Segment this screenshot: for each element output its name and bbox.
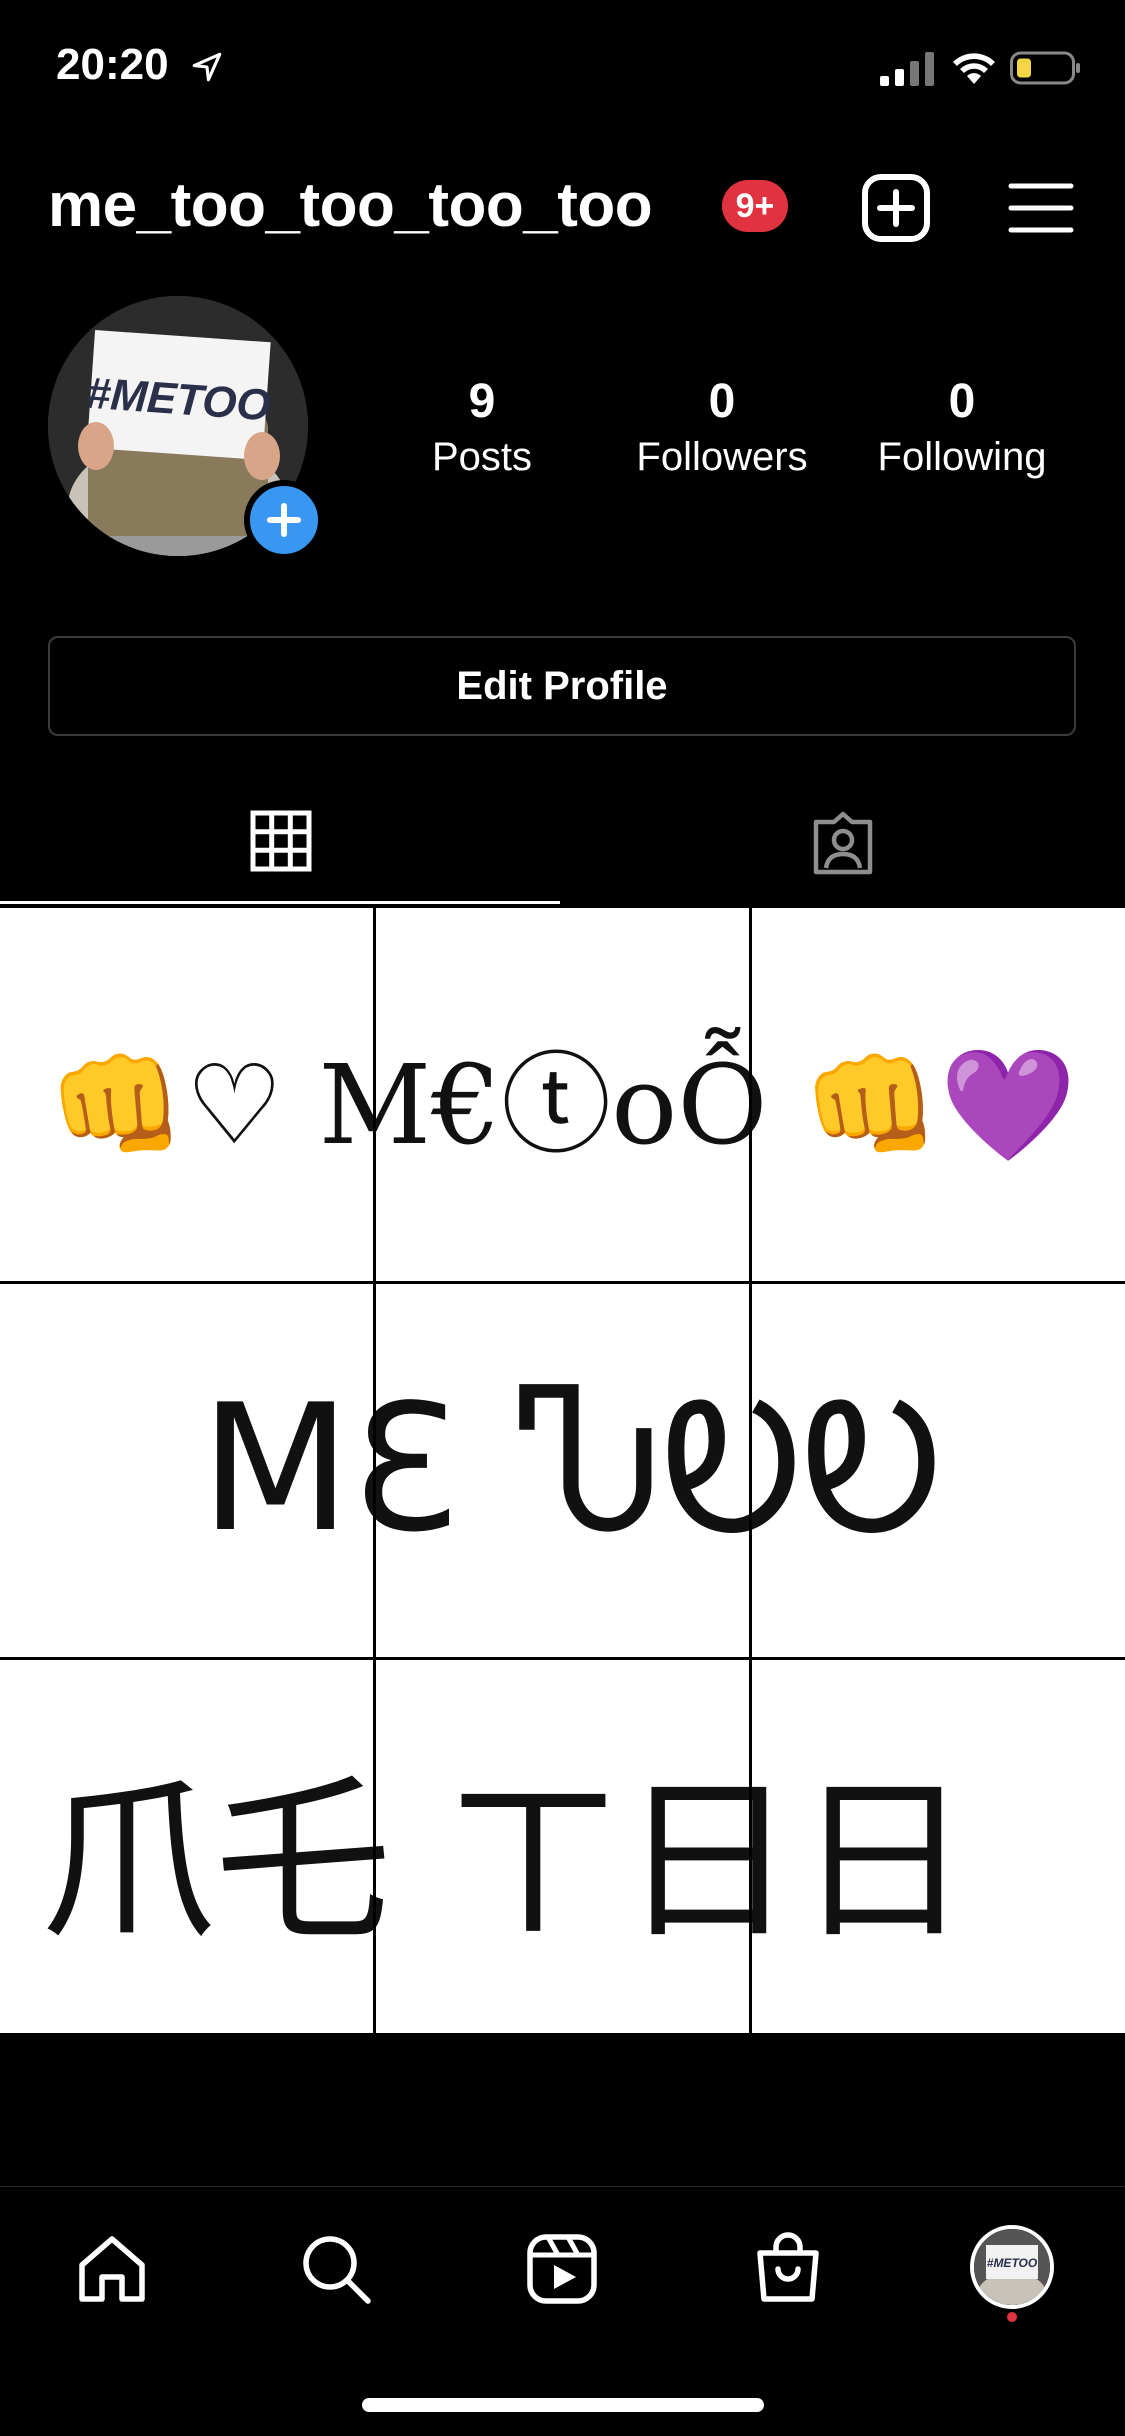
following-stat[interactable]: 0 Following	[862, 372, 1062, 482]
post-row-2-text: MƐ ჀᎧᎧ	[200, 1368, 373, 1571]
cellular-signal-icon	[880, 52, 934, 86]
post-thumbnail[interactable]: 爪乇 ㄒ日日	[752, 1660, 1125, 2033]
posts-label: Posts	[431, 435, 533, 479]
post-thumbnail[interactable]: 爪乇 ㄒ日日	[0, 1660, 373, 2033]
wifi-icon	[953, 53, 995, 84]
posts-grid: 👊♡ M€ⓣoỖ 👊💜 👊♡ M€ⓣoỖ 👊💜 👊♡ M€ⓣoỖ 👊💜 MƐ Ⴠ…	[0, 908, 1125, 2034]
following-label: Following	[877, 435, 1047, 479]
tagged-person-icon	[813, 811, 873, 875]
edit-profile-button[interactable]: Edit Profile	[48, 636, 1076, 736]
status-bar: 20:20	[0, 0, 1125, 130]
post-thumbnail[interactable]: 👊♡ M€ⓣoỖ 👊💜	[752, 908, 1125, 1281]
followers-stat[interactable]: 0 Followers	[622, 372, 822, 482]
location-arrow-icon	[192, 52, 222, 82]
plus-icon	[267, 503, 301, 537]
svg-text:#METOO: #METOO	[987, 2256, 1038, 2270]
profile-username[interactable]: me_too_too_too_too	[48, 170, 653, 241]
battery-icon	[1010, 51, 1080, 85]
posts-count: 9	[468, 375, 496, 428]
plus-square-icon[interactable]	[860, 172, 932, 244]
post-thumbnail[interactable]: 👊♡ M€ⓣoỖ 👊💜	[0, 908, 373, 1281]
shop-icon[interactable]	[750, 2231, 826, 2307]
nav-avatar-photo: #METOO	[974, 2229, 1050, 2305]
post-thumbnail[interactable]: MƐ ჀᎧᎧ	[0, 1284, 373, 1657]
active-tab-indicator	[0, 901, 560, 904]
reels-icon[interactable]	[524, 2231, 600, 2307]
home-indicator	[362, 2398, 764, 2412]
activity-dot	[1007, 2312, 1017, 2322]
following-count: 0	[948, 375, 976, 428]
followers-count: 0	[708, 375, 736, 428]
home-icon[interactable]	[74, 2231, 150, 2307]
profile-avatar[interactable]: #METOO	[970, 2225, 1054, 2309]
post-thumbnail[interactable]: 👊♡ M€ⓣoỖ 👊💜	[376, 908, 749, 1281]
post-row-1-text: 👊♡ M€ⓣoỖ 👊💜	[48, 1040, 373, 1169]
post-row-3-text: 爪乇 ㄒ日日	[40, 1761, 373, 1964]
followers-label: Followers	[636, 435, 808, 479]
tab-posts-grid[interactable]	[0, 790, 562, 905]
add-story-button[interactable]	[244, 480, 324, 560]
search-icon[interactable]	[298, 2231, 374, 2307]
status-time: 20:20	[56, 40, 169, 89]
posts-stat[interactable]: 9 Posts	[382, 372, 582, 482]
tab-tagged[interactable]	[562, 790, 1124, 905]
notification-badge[interactable]: 9+	[722, 180, 788, 232]
post-thumbnail[interactable]: 爪乇 ㄒ日日	[376, 1660, 749, 2033]
hamburger-menu-icon[interactable]	[1005, 172, 1077, 244]
grid-icon	[250, 810, 312, 872]
post-thumbnail[interactable]: MƐ ჀᎧᎧ	[752, 1284, 1125, 1657]
profile-screen: 20:20 me_too_too_too_too 9+ #METOO 9 Pos…	[0, 0, 1125, 2436]
post-thumbnail[interactable]: MƐ ჀᎧᎧ	[376, 1284, 749, 1657]
